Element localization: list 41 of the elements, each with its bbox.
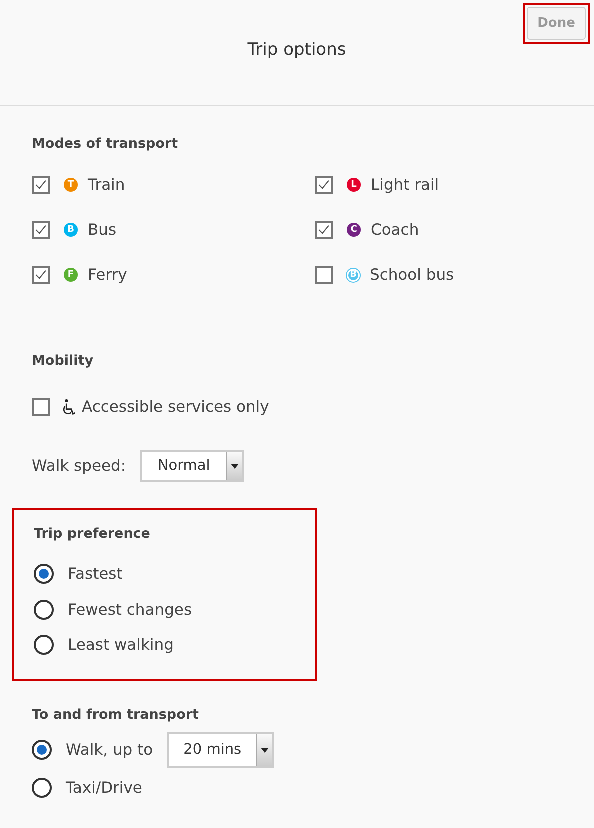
radio-label: Taxi/Drive (66, 779, 142, 797)
radio-button[interactable] (34, 635, 54, 656)
walk-speed-label: Walk speed: (32, 457, 126, 475)
checkbox[interactable] (315, 221, 333, 239)
caret-icon (260, 748, 269, 752)
mode-label: Train (88, 176, 126, 194)
page-title: Trip options (248, 40, 346, 62)
mode-badge: B (64, 223, 78, 237)
checkbox[interactable] (315, 266, 333, 284)
radio-button[interactable] (34, 564, 54, 584)
section-heading: Mobility (32, 353, 95, 369)
checkbox[interactable] (32, 176, 50, 194)
radio-label: Least walking (68, 636, 174, 654)
mode-label: School bus (370, 266, 454, 284)
mode-label: Bus (88, 221, 117, 239)
mode-label: Coach (371, 221, 420, 239)
mode-badge: C (347, 223, 361, 237)
section-heading: To and from transport (32, 707, 200, 723)
mode-badge: L (347, 178, 361, 192)
radio-button[interactable] (32, 740, 52, 760)
checkbox[interactable] (32, 398, 50, 416)
mode-badge: T (64, 178, 78, 192)
mode-badge: B (347, 268, 360, 282)
mode-badge: F (64, 268, 78, 282)
radio-button[interactable] (34, 600, 54, 620)
radio-label: Fastest (68, 564, 123, 583)
section-heading: Modes of transport (32, 136, 180, 152)
radio-label: Walk, up to (66, 741, 154, 759)
caret-icon (230, 464, 239, 468)
walk-speed-dropdown[interactable]: Normal (140, 450, 244, 482)
checkbox[interactable] (32, 266, 50, 284)
checkbox[interactable] (315, 176, 333, 194)
wheelchair-icon (62, 398, 77, 416)
radio-label: Fewest changes (68, 600, 192, 618)
checkbox[interactable] (32, 221, 50, 239)
mode-label: Ferry (88, 266, 128, 284)
checkbox-label: Accessible services only (82, 398, 270, 416)
section-heading: Trip preference (34, 526, 152, 542)
mode-label: Light rail (371, 176, 440, 194)
radio-button[interactable] (32, 778, 52, 798)
walk-time-dropdown[interactable]: 20 mins (167, 732, 274, 768)
